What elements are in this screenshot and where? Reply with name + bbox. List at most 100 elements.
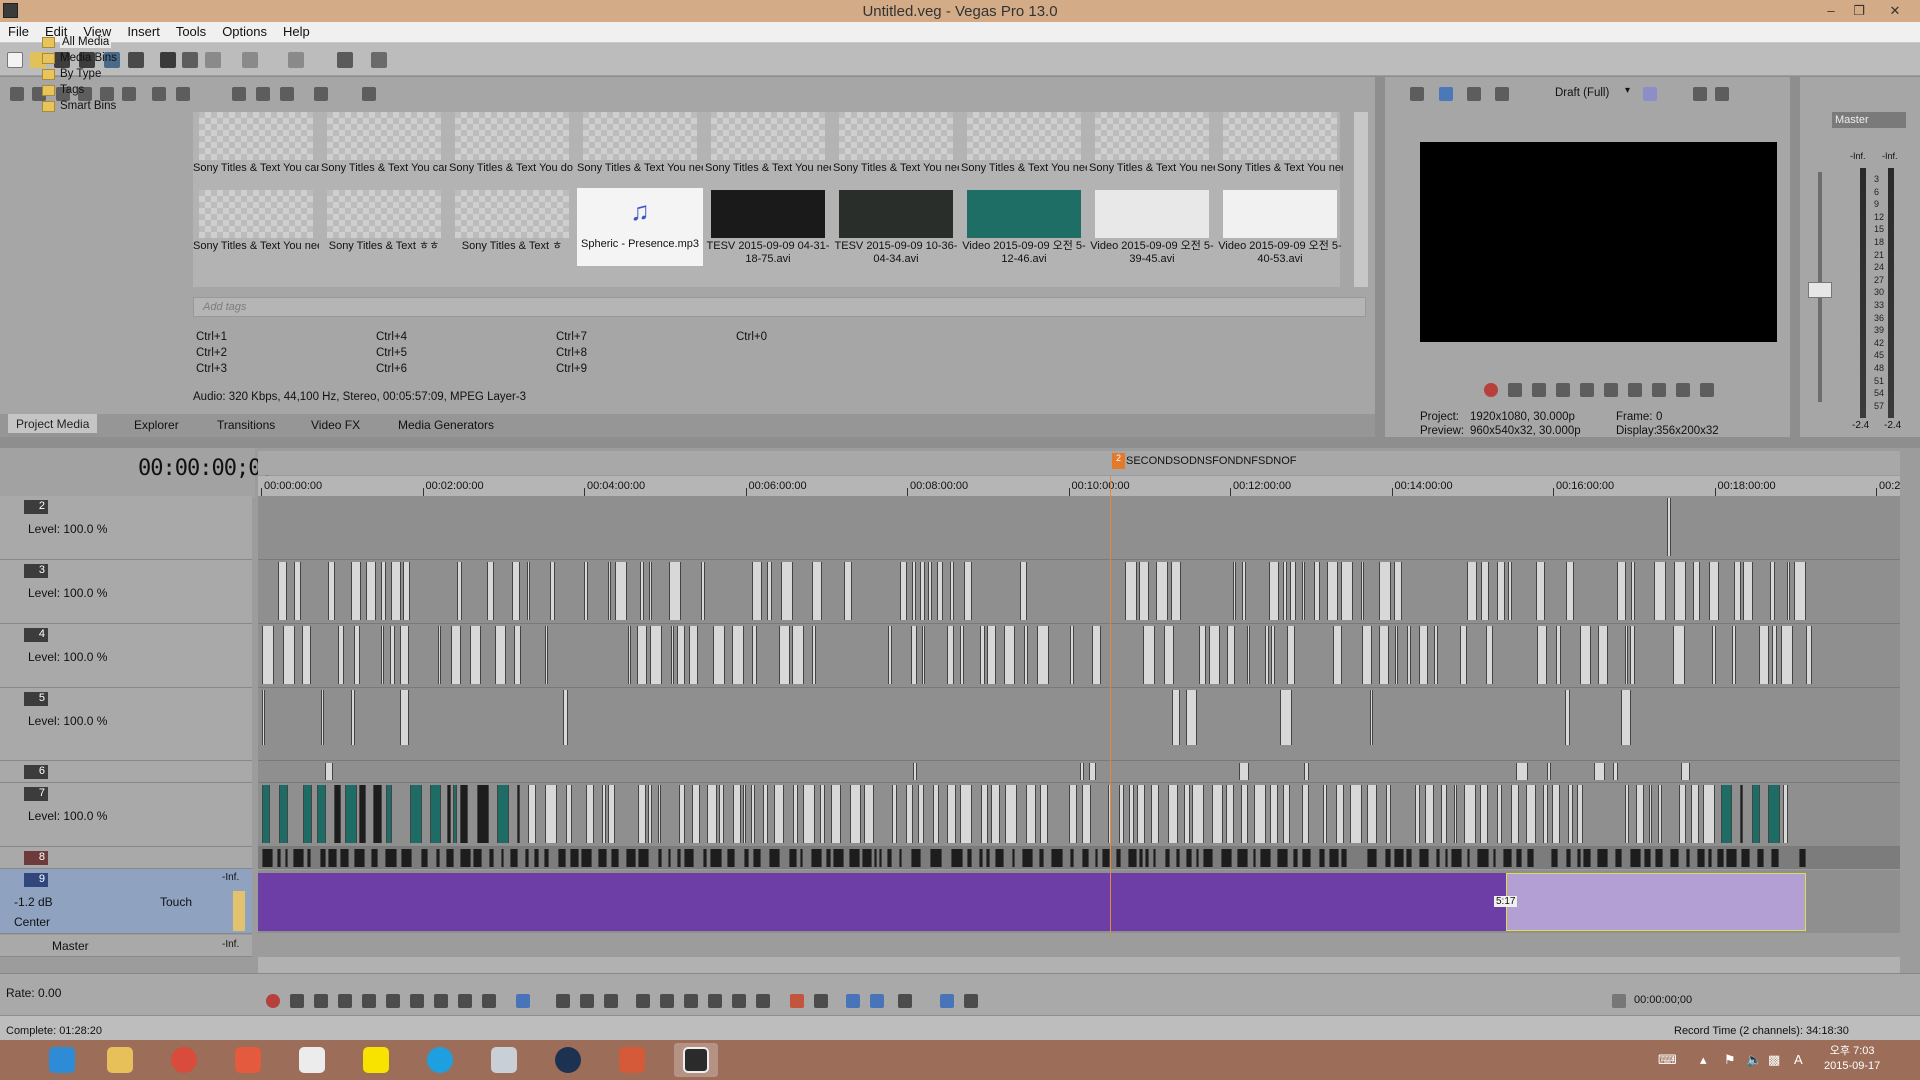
timeline-clip[interactable] <box>325 763 333 780</box>
timeline-clip[interactable] <box>1361 562 1364 620</box>
timeline-clip[interactable] <box>1172 690 1180 745</box>
timeline-clip[interactable] <box>1323 785 1327 843</box>
timeline-clip[interactable] <box>1477 849 1489 867</box>
timeline-clip[interactable] <box>328 849 337 867</box>
media-item[interactable]: Sony Titles & Text You can duplicate any… <box>193 112 319 190</box>
timeline-clip[interactable] <box>912 562 916 620</box>
timeline-clip[interactable] <box>753 849 761 867</box>
timeline-clip[interactable] <box>887 849 892 867</box>
timeline-clip[interactable] <box>1186 690 1197 745</box>
timeline-clip[interactable] <box>1649 785 1652 843</box>
timeline-clip[interactable] <box>558 849 566 867</box>
timeline-clip[interactable] <box>981 785 988 843</box>
timeline-clip[interactable] <box>1026 785 1036 843</box>
timeline-clip[interactable] <box>391 562 401 620</box>
timeline-clip[interactable] <box>1265 626 1269 684</box>
timeline-clip[interactable] <box>752 626 757 684</box>
timeline-clip[interactable] <box>1102 849 1110 867</box>
go-to-end-icon[interactable] <box>434 994 448 1008</box>
timeline-clip[interactable] <box>1186 849 1192 867</box>
timeline-clip[interactable] <box>262 785 270 843</box>
timeline-clip[interactable] <box>1644 849 1651 867</box>
timeline-clip[interactable] <box>1024 626 1028 684</box>
timeline-clip[interactable] <box>371 849 378 867</box>
timeline-clip[interactable] <box>1781 626 1793 684</box>
timeline-clip[interactable] <box>514 626 521 684</box>
timeline-clip[interactable] <box>1768 785 1780 843</box>
shortcut-slot[interactable]: Ctrl+6 <box>376 363 407 375</box>
audio-track-header[interactable]: 9 -Inf. -1.2 dB Touch Center <box>0 869 252 934</box>
timeline-clip[interactable] <box>1508 562 1512 620</box>
timeline-clip[interactable] <box>648 785 652 843</box>
timeline-clip[interactable] <box>1583 849 1591 867</box>
timeline-clip[interactable] <box>1794 562 1806 620</box>
undo-icon[interactable] <box>242 52 258 68</box>
timeline-clip[interactable] <box>1486 626 1493 684</box>
timeline-clip[interactable] <box>334 785 341 843</box>
taskbar-vegas[interactable] <box>674 1043 718 1077</box>
volume-icon[interactable]: 🔈 <box>1746 1052 1762 1068</box>
fx-icon[interactable] <box>1467 87 1481 101</box>
timeline-clip[interactable] <box>1304 763 1309 780</box>
timeline-clip[interactable] <box>779 626 790 684</box>
timeline-clip[interactable] <box>792 626 804 684</box>
timeline-clip[interactable] <box>793 785 798 843</box>
ripple-edit-icon[interactable] <box>898 994 912 1008</box>
timeline-clip[interactable] <box>1367 849 1377 867</box>
timeline-clip[interactable] <box>1497 562 1505 620</box>
timeline-clip[interactable] <box>1594 763 1605 780</box>
media-item[interactable]: Sony Titles & Text You do not need to kn… <box>449 112 575 190</box>
timeline-clip[interactable] <box>1434 626 1438 684</box>
timeline-clip[interactable] <box>446 849 454 867</box>
timeline-clip[interactable] <box>386 785 392 843</box>
timeline-clip[interactable] <box>689 626 698 684</box>
timeline-clip[interactable] <box>1302 849 1311 867</box>
timeline-clip[interactable] <box>1314 562 1320 620</box>
timeline-clip[interactable] <box>1697 849 1705 867</box>
timeline-clip[interactable] <box>913 763 917 780</box>
timeline-clip[interactable] <box>719 785 724 843</box>
cursor-timecode[interactable]: 00:00:00;00 <box>1634 994 1692 1006</box>
timeline-clip[interactable] <box>1293 849 1298 867</box>
media-scrollbar[interactable] <box>1354 112 1368 287</box>
shortcut-slot[interactable]: Ctrl+9 <box>556 363 587 375</box>
stop-icon[interactable] <box>1604 383 1618 397</box>
timeline-clip[interactable] <box>1269 562 1279 620</box>
timeline-clip[interactable] <box>1516 763 1528 780</box>
timeline-clip[interactable] <box>453 785 457 843</box>
timeline-clip[interactable] <box>1770 562 1775 620</box>
envelope-tool-icon[interactable] <box>556 994 570 1008</box>
timeline-clip[interactable] <box>1394 562 1402 620</box>
timeline-clip[interactable] <box>820 785 825 843</box>
timeline-clip[interactable] <box>1394 849 1404 867</box>
timeline-clip[interactable] <box>410 785 422 843</box>
timeline-clip[interactable] <box>640 562 644 620</box>
auto-preview-icon[interactable] <box>280 87 294 101</box>
zoom-tool-icon[interactable] <box>604 994 618 1008</box>
timeline-clip[interactable] <box>1156 562 1168 620</box>
timeline-clip[interactable] <box>874 849 877 867</box>
timeline-clip[interactable] <box>1625 785 1629 843</box>
timeline-clip[interactable] <box>586 785 594 843</box>
play-icon[interactable] <box>1556 383 1570 397</box>
split-icon[interactable] <box>732 994 746 1008</box>
timeline-clip[interactable] <box>1681 763 1690 780</box>
restore-icon[interactable]: ❐ <box>1846 1 1872 20</box>
media-item[interactable]: Sony Titles & Text You need to repeat th… <box>1089 112 1215 190</box>
timeline-clip[interactable] <box>1625 626 1628 684</box>
timeline-clip[interactable] <box>1565 690 1570 745</box>
track-header[interactable]: 7 Level: 100.0 % <box>0 783 252 847</box>
timeline-clip[interactable] <box>1184 785 1190 843</box>
timeline-clip[interactable] <box>933 785 939 843</box>
media-item[interactable]: Sony Titles & Text You need to change th… <box>577 112 703 190</box>
timeline-clip[interactable] <box>1082 849 1089 867</box>
timeline-clip[interactable] <box>1757 849 1764 867</box>
shortcut-slot[interactable]: Ctrl+0 <box>736 331 767 343</box>
timeline-clip[interactable] <box>951 849 963 867</box>
timeline-clip[interactable] <box>922 626 925 684</box>
timeline-clip[interactable] <box>1799 849 1806 867</box>
timeline-clip[interactable] <box>293 849 304 867</box>
timeline-clip[interactable] <box>1552 785 1560 843</box>
timeline-clip[interactable] <box>892 785 897 843</box>
timeline-clip[interactable] <box>545 785 557 843</box>
